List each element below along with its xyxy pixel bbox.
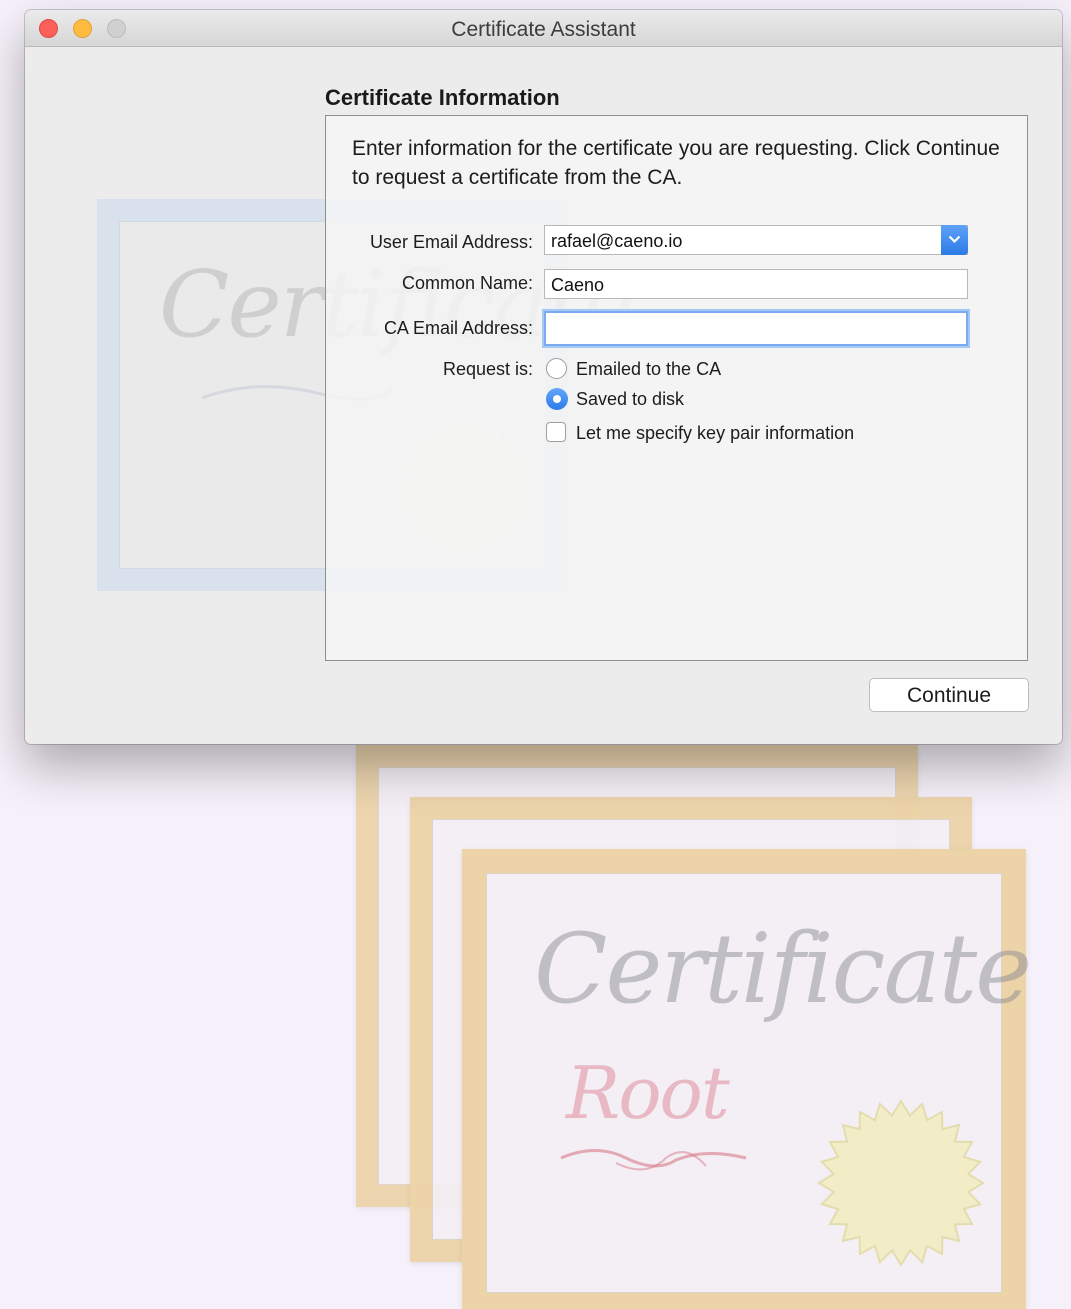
- root-certificate-illustration: Certificate Root: [462, 849, 1032, 1309]
- seal-icon: [817, 1099, 985, 1267]
- form-panel: Enter information for the certificate yo…: [325, 115, 1028, 661]
- radio-button[interactable]: [546, 358, 567, 379]
- window-title: Certificate Assistant: [451, 18, 636, 41]
- user-email-label: User Email Address:: [369, 232, 533, 252]
- ca-email-label: CA Email Address:: [383, 318, 533, 338]
- certificate-assistant-window: Certificate Assistant Certificate Certif…: [25, 10, 1062, 744]
- flourish-icon: [560, 1149, 747, 1171]
- radio-button-selected[interactable]: [546, 388, 568, 410]
- option-label: Saved to disk: [576, 389, 685, 409]
- root-script-text: Root: [566, 1051, 730, 1135]
- user-email-popup[interactable]: rafael@caeno.io: [544, 225, 968, 255]
- titlebar: Certificate Assistant: [25, 10, 1062, 47]
- instructions-text: Enter information for the certificate yo…: [352, 137, 1000, 189]
- common-name-label: Common Name:: [401, 273, 533, 293]
- ca-email-field[interactable]: [544, 311, 968, 346]
- key-pair-label: Let me specify key pair information: [576, 423, 855, 443]
- continue-button[interactable]: Continue: [869, 678, 1029, 712]
- option-label: Emailed to the CA: [576, 359, 722, 379]
- common-name-value: Caeno: [551, 275, 605, 295]
- common-name-field[interactable]: Caeno: [544, 269, 968, 299]
- certificate-script-text: Certificate: [534, 913, 1032, 1025]
- request-label: Request is:: [442, 359, 533, 379]
- chevron-down-icon[interactable]: [941, 225, 968, 255]
- section-title: Certificate Information: [325, 85, 560, 110]
- user-email-value: rafael@caeno.io: [551, 231, 683, 251]
- window-content: Certificate Certificate Information Ente…: [25, 47, 1062, 744]
- key-pair-checkbox[interactable]: [546, 422, 566, 442]
